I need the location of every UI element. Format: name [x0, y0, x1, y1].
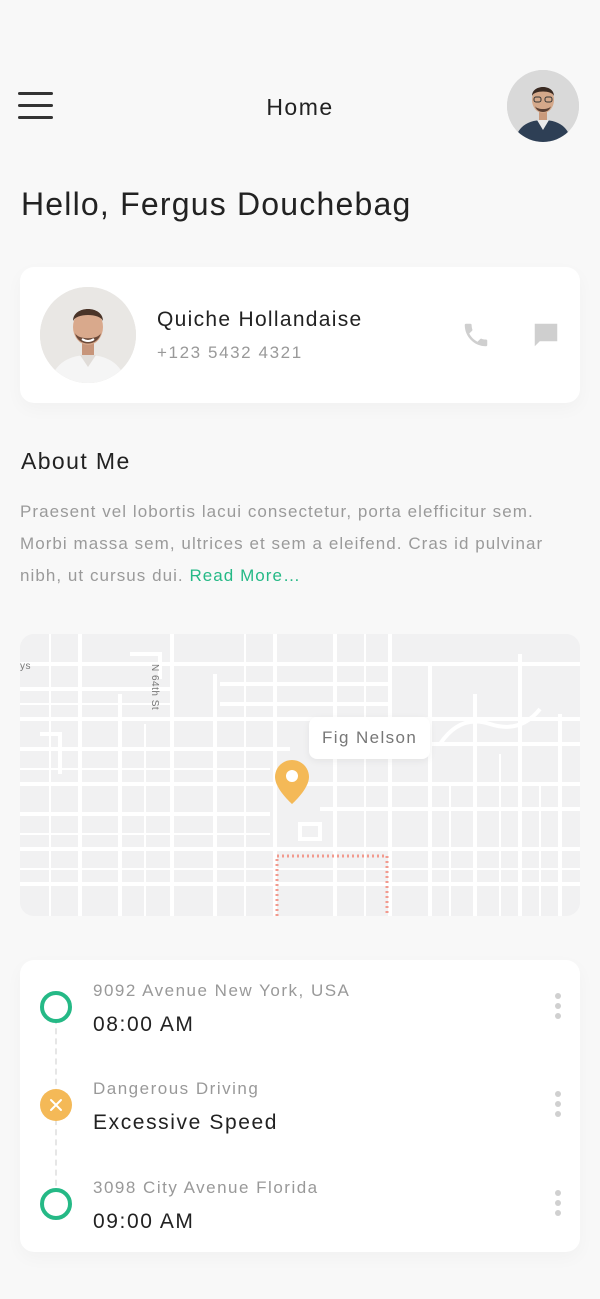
- greeting-heading: Hello, Fergus Douchebag: [21, 186, 412, 222]
- check-circle-icon: [40, 1188, 72, 1220]
- warning-x-icon: [40, 1089, 72, 1121]
- contact-card[interactable]: Quiche Hollandaise +123 5432 4321: [20, 267, 580, 403]
- app-header: Home: [0, 66, 600, 146]
- trip-timeline-card: 9092 Avenue New York, USA 08:00 AM Dange…: [20, 960, 580, 1252]
- map-location-label: Fig Nelson: [309, 717, 431, 759]
- timeline-event-title: Excessive Speed: [93, 1111, 279, 1134]
- contact-avatar: [40, 287, 136, 383]
- timeline-item[interactable]: 9092 Avenue New York, USA 08:00 AM: [20, 960, 580, 1040]
- street-label: N 64th St: [149, 664, 160, 711]
- timeline-location: 9092 Avenue New York, USA: [93, 981, 351, 1000]
- read-more-link[interactable]: Read More…: [189, 566, 301, 585]
- more-vertical-icon[interactable]: [554, 1091, 562, 1121]
- timeline-item[interactable]: Dangerous Driving Excessive Speed: [20, 1058, 580, 1138]
- timeline-event-type: Dangerous Driving: [93, 1079, 260, 1098]
- message-icon[interactable]: [531, 320, 561, 350]
- contact-name: Quiche Hollandaise: [157, 308, 363, 331]
- phone-icon[interactable]: [461, 320, 491, 350]
- more-vertical-icon[interactable]: [554, 1190, 562, 1220]
- about-heading: About Me: [21, 448, 131, 474]
- street-edge-label: ys: [20, 661, 31, 672]
- timeline-time: 09:00 AM: [93, 1210, 195, 1233]
- user-avatar[interactable]: [507, 70, 579, 142]
- check-circle-icon: [40, 991, 72, 1023]
- timeline-location: 3098 City Avenue Florida: [93, 1178, 319, 1197]
- map-view[interactable]: N 64th St ys Fig Nelson: [20, 634, 580, 916]
- timeline-time: 08:00 AM: [93, 1013, 195, 1036]
- contact-phone: +123 5432 4321: [157, 343, 303, 362]
- timeline-item[interactable]: 3098 City Avenue Florida 09:00 AM: [20, 1157, 580, 1237]
- about-paragraph: Praesent vel lobortis lacui consectetur,…: [20, 496, 580, 592]
- more-vertical-icon[interactable]: [554, 993, 562, 1023]
- location-pin-icon[interactable]: [273, 758, 311, 806]
